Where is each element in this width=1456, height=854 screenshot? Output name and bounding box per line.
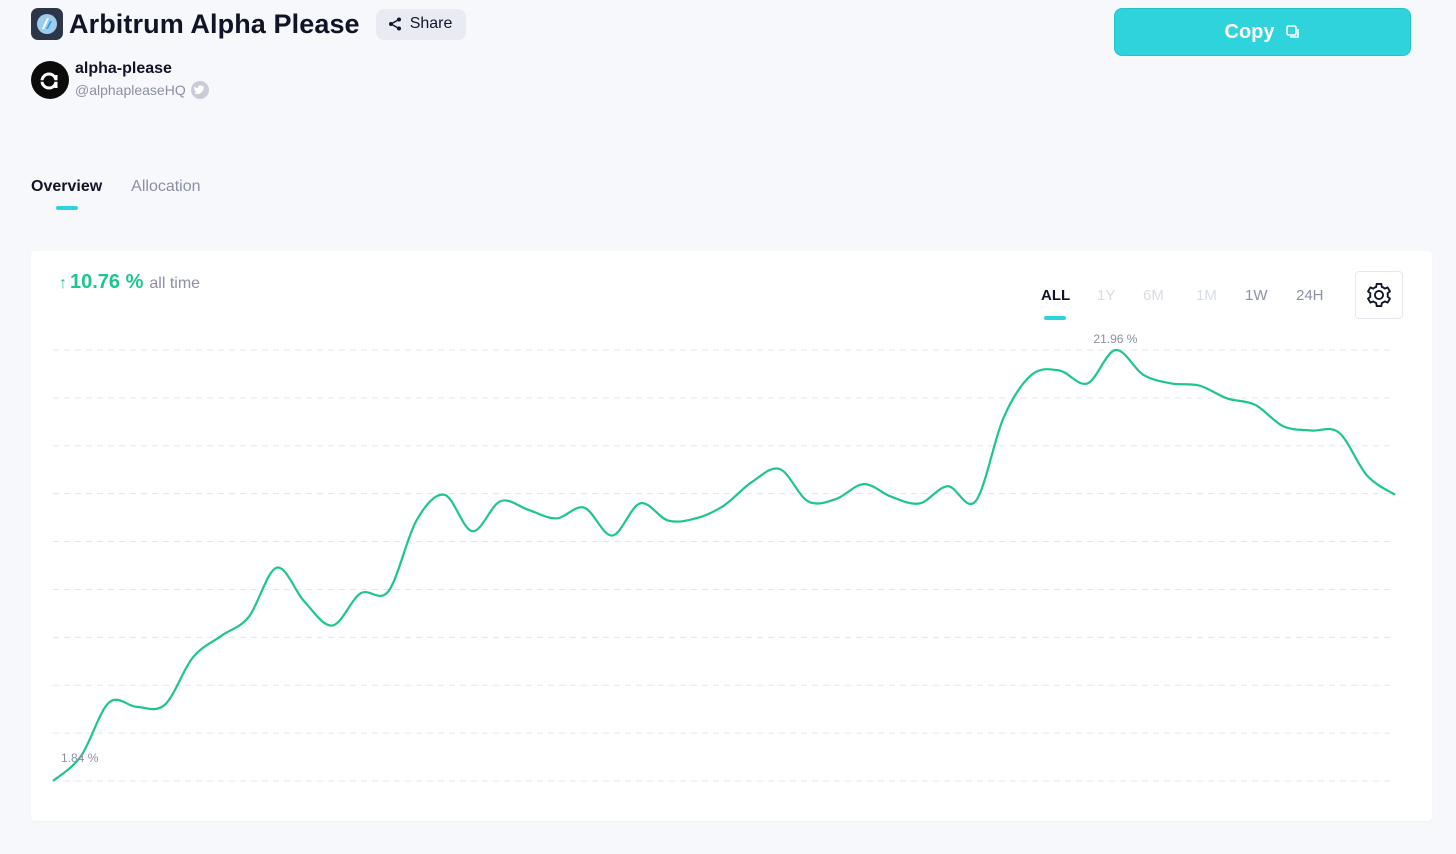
max-value-label: 21.96 %	[1093, 332, 1137, 346]
min-value-label: 1.84 %	[61, 751, 99, 765]
author-name[interactable]: alpha-please	[75, 60, 209, 78]
alpha-please-logo-icon	[39, 72, 61, 89]
header: Arbitrum Alpha Please Share	[31, 8, 467, 40]
performance-card: ↑ 10.76 % all time ALL 1Y 6M 1M 1W 24H 2…	[31, 251, 1432, 821]
author-info: alpha-please @alphapleaseHQ	[31, 60, 209, 99]
share-icon	[388, 17, 401, 31]
share-button-label: Share	[409, 15, 453, 32]
share-button[interactable]: Share	[375, 8, 467, 40]
tab-overview[interactable]: Overview	[31, 178, 102, 196]
tab-bar: Overview Allocation	[31, 178, 230, 210]
performance-line	[52, 348, 1396, 782]
author-handle[interactable]: @alphapleaseHQ	[75, 82, 186, 98]
arbitrum-logo-icon	[31, 8, 63, 40]
performance-chart: 21.96 % 1.84 %	[52, 332, 1396, 782]
copy-button[interactable]: Copy	[1114, 8, 1411, 56]
avatar[interactable]	[31, 60, 69, 99]
copy-button-label: Copy	[1224, 20, 1275, 43]
copy-icon	[1285, 25, 1299, 38]
tab-allocation[interactable]: Allocation	[131, 178, 200, 196]
tab-active-indicator	[56, 206, 78, 210]
twitter-icon[interactable]	[190, 81, 209, 99]
page-title: Arbitrum Alpha Please	[69, 8, 360, 39]
